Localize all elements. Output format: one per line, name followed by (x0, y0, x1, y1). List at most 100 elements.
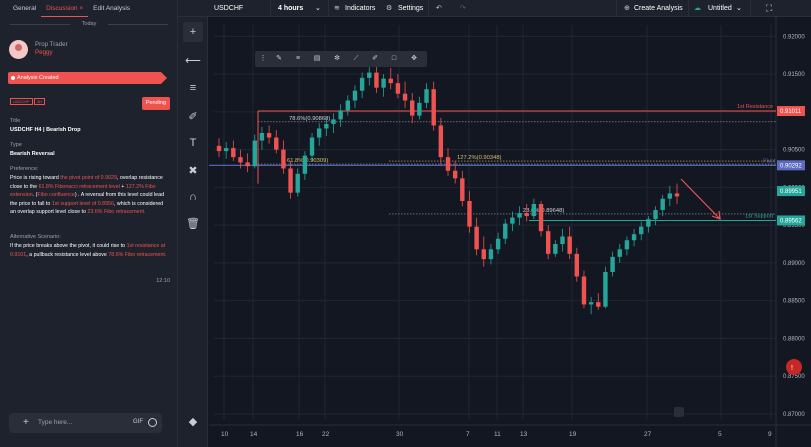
status-banner-label: Analysis Created (17, 75, 59, 81)
candle-body (338, 110, 343, 120)
candle-body (266, 133, 272, 138)
candle-body (460, 178, 465, 201)
message-input[interactable]: + Type here... GIF (9, 413, 162, 433)
candle-body (503, 223, 508, 239)
toolbar-divider (428, 0, 429, 17)
redo-icon[interactable]: ↷ (460, 0, 466, 17)
text-icon[interactable]: T (183, 133, 203, 153)
price-tick-label: 0.87000 (783, 412, 805, 418)
candle-body (639, 226, 644, 235)
candle-body (288, 168, 293, 193)
price-tag-label: 0.90292 (780, 163, 802, 169)
add-attachment-icon[interactable]: + (23, 417, 29, 429)
candle-body (517, 213, 522, 218)
candle-body (667, 193, 673, 199)
toolbar-divider (688, 0, 689, 17)
toolbar-divider (750, 0, 751, 17)
time-tick-label: 14 (250, 431, 258, 438)
candle-body (567, 236, 572, 254)
candle-body (245, 162, 250, 167)
settings-button[interactable]: Settings (398, 0, 423, 17)
fib-icon[interactable]: ≡ (183, 78, 203, 98)
symbol-name[interactable]: USDCHF (214, 0, 243, 17)
layout-name[interactable]: Untitled (708, 0, 732, 17)
candle-body (538, 203, 544, 232)
candle-body (610, 256, 615, 272)
candle-body (281, 149, 286, 169)
magnet-icon[interactable]: ∩ (183, 187, 203, 207)
candle-body (345, 100, 351, 111)
candle-body (316, 128, 322, 138)
candle-body (588, 302, 594, 305)
pencil-icon[interactable]: ✎ (273, 53, 285, 65)
candle-body (259, 133, 265, 141)
brush-icon[interactable]: ✐ (183, 106, 203, 126)
indicators-button[interactable]: Indicators (345, 0, 375, 17)
tab-discussion-label: Discussion (46, 5, 78, 12)
candle-body (302, 155, 308, 174)
candle-body (438, 125, 444, 158)
fib-levels-icon[interactable]: ≡ (292, 53, 304, 65)
symbol-tag: USDCHF (10, 98, 33, 105)
price-chart[interactable]: 0.920000.915000.910000.905000.900000.895… (209, 17, 811, 447)
tab-discussion[interactable]: Discussion × (41, 0, 89, 17)
time-tick-label: 30 (396, 431, 404, 438)
line-style-icon[interactable]: ⟋ (350, 53, 362, 65)
gear-icon: ⚙ (386, 5, 393, 12)
visibility-icon[interactable]: ✼ (331, 53, 343, 65)
tab-general[interactable]: General (8, 0, 41, 17)
candle-body (624, 240, 630, 250)
emoji-icon[interactable] (148, 418, 157, 427)
time-tick-label: 7 (466, 431, 470, 438)
candle-body (381, 78, 386, 88)
price-tag-label: 0.89562 (780, 218, 802, 224)
preference-label: Preference: (10, 166, 39, 172)
candle-body (216, 145, 222, 152)
price-tick-label: 0.88000 (783, 336, 805, 342)
close-icon[interactable]: × (79, 5, 83, 12)
more-icon[interactable]: ✥ (408, 53, 420, 65)
alt-scenario-label: Alternative Scenario: (10, 234, 61, 240)
line-icon[interactable]: ⟵ (183, 50, 203, 70)
undo-icon[interactable]: ↶ (436, 0, 442, 17)
drag-handle-icon[interactable]: ⋮ (257, 53, 269, 65)
avatar[interactable] (9, 40, 28, 59)
pattern-icon[interactable]: ✖ (183, 160, 203, 180)
template-icon[interactable]: ▤ (311, 53, 323, 65)
candle-body (531, 203, 537, 217)
fib-level-label: 23.6%(0.89648) (523, 208, 564, 214)
layers-icon[interactable]: ◆ (183, 411, 203, 431)
trash-icon[interactable]: 🗑 (183, 213, 203, 233)
time-tick-label: 13 (520, 431, 528, 438)
toolbar-divider (616, 0, 617, 17)
candle-body (617, 249, 622, 257)
cloud-check-icon: ☁ (694, 5, 701, 12)
candle-body (417, 102, 422, 116)
fullscreen-icon[interactable]: ⛶ (766, 0, 772, 17)
cursor-icon[interactable]: + (183, 22, 203, 42)
brush-icon[interactable]: ✐ (369, 53, 381, 65)
candle-body (524, 213, 529, 217)
highlight-text: the pivot point of 0.9029 (60, 175, 117, 181)
analysis-panel: General Discussion × Edit Analysis Today… (0, 0, 178, 447)
interval-select[interactable]: 4 hours (278, 0, 303, 17)
chevron-down-icon[interactable]: ⌄ (736, 0, 742, 17)
tab-edit-analysis[interactable]: Edit Analysis (88, 0, 135, 17)
plain-text: Price is rising toward (10, 175, 61, 181)
user-name[interactable]: Peggy (35, 49, 53, 56)
candle-body (646, 219, 651, 227)
gif-button[interactable]: GIF (133, 419, 143, 425)
candle-body (660, 198, 665, 211)
candle-body (545, 231, 551, 254)
price-tick-label: 0.92000 (783, 34, 805, 40)
candle-body (295, 173, 300, 193)
alert-icon (786, 359, 802, 375)
time-tick-label: 27 (644, 431, 652, 438)
create-analysis-button[interactable]: Create Analysis (634, 0, 683, 17)
plain-text: If the price breaks above the pivot, it … (10, 243, 127, 249)
candle-body (474, 226, 479, 250)
crop-icon[interactable]: □ (388, 53, 400, 65)
candle-body (331, 119, 336, 124)
chart-toolbar: USDCHF 4 hours ⌄ ≋ Indicators ⚙ Settings… (178, 0, 811, 17)
chevron-down-icon[interactable]: ⌄ (315, 0, 321, 17)
